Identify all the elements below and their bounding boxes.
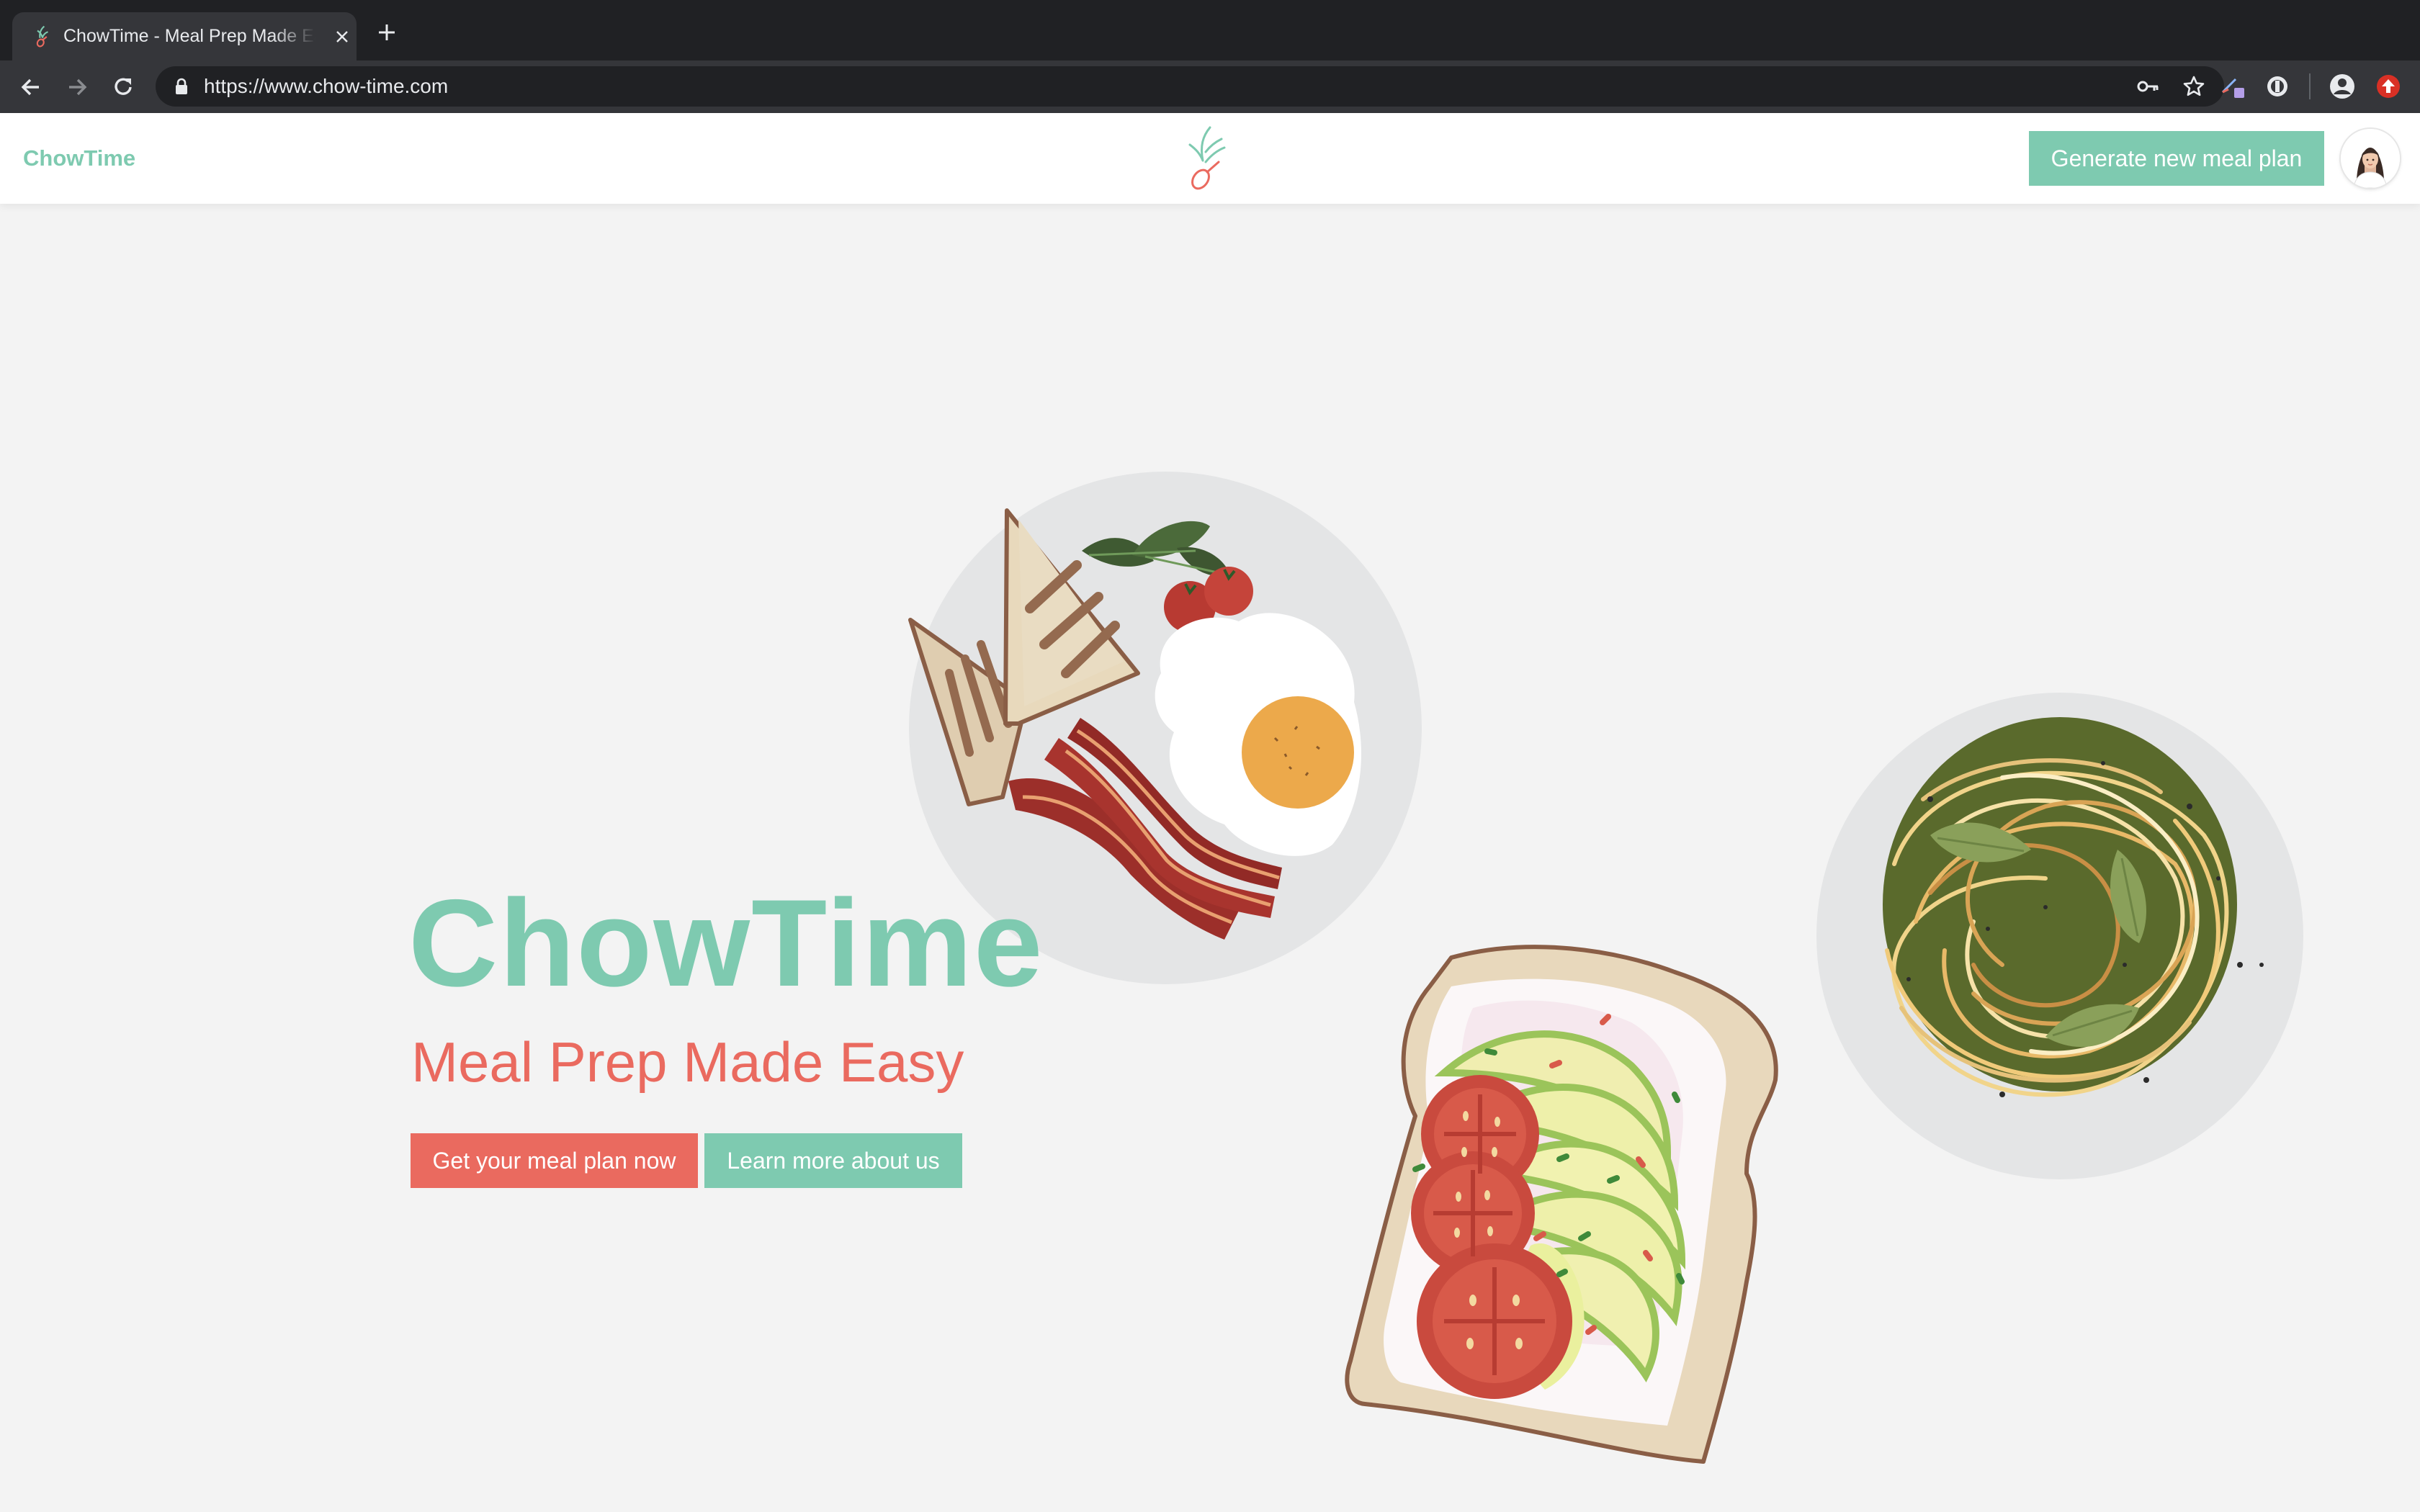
- hero-subtitle: Meal Prep Made Easy: [411, 1030, 964, 1094]
- toolbar-separator: [2309, 73, 2311, 99]
- browser-tab[interactable]: ChowTime - Meal Prep Made Easy: [12, 12, 357, 60]
- address-bar[interactable]: https://www.chow-time.com: [156, 66, 2224, 107]
- user-avatar-icon: [2341, 129, 2400, 188]
- account-icon[interactable]: [2328, 72, 2357, 101]
- generate-meal-plan-button[interactable]: Generate new meal plan: [2029, 131, 2324, 186]
- browser-toolbar: https://www.chow-time.com: [0, 60, 2420, 113]
- star-icon[interactable]: [2182, 75, 2205, 98]
- lock-icon: [176, 78, 187, 94]
- forward-arrow-icon[interactable]: [63, 73, 91, 101]
- brand-link[interactable]: ChowTime: [23, 113, 135, 204]
- site-header: ChowTime Generate new meal plan: [0, 113, 2420, 204]
- chowtime-logo-icon[interactable]: [1177, 123, 1236, 195]
- extension-icon[interactable]: [2263, 72, 2292, 101]
- spaghetti-plate-illustration: [1816, 693, 2303, 1179]
- tab-title: ChowTime - Meal Prep Made Easy: [63, 12, 315, 60]
- avatar[interactable]: [2341, 129, 2400, 188]
- url-text[interactable]: https://www.chow-time.com: [204, 66, 448, 107]
- close-icon[interactable]: [333, 28, 351, 45]
- hero-title: ChowTime: [408, 874, 1044, 1012]
- avocado-toast-illustration: [1345, 945, 1778, 1464]
- key-icon[interactable]: [2136, 76, 2159, 96]
- browser-tab-strip: ChowTime - Meal Prep Made Easy: [0, 0, 2420, 60]
- back-arrow-icon[interactable]: [17, 73, 45, 101]
- update-icon[interactable]: [2374, 72, 2403, 101]
- extension-icon[interactable]: [2218, 72, 2247, 101]
- learn-more-button[interactable]: Learn more about us: [704, 1133, 962, 1188]
- plus-icon[interactable]: [376, 22, 398, 43]
- chowtime-favicon: [36, 25, 48, 48]
- get-meal-plan-button[interactable]: Get your meal plan now: [411, 1133, 698, 1188]
- reload-icon[interactable]: [109, 73, 137, 101]
